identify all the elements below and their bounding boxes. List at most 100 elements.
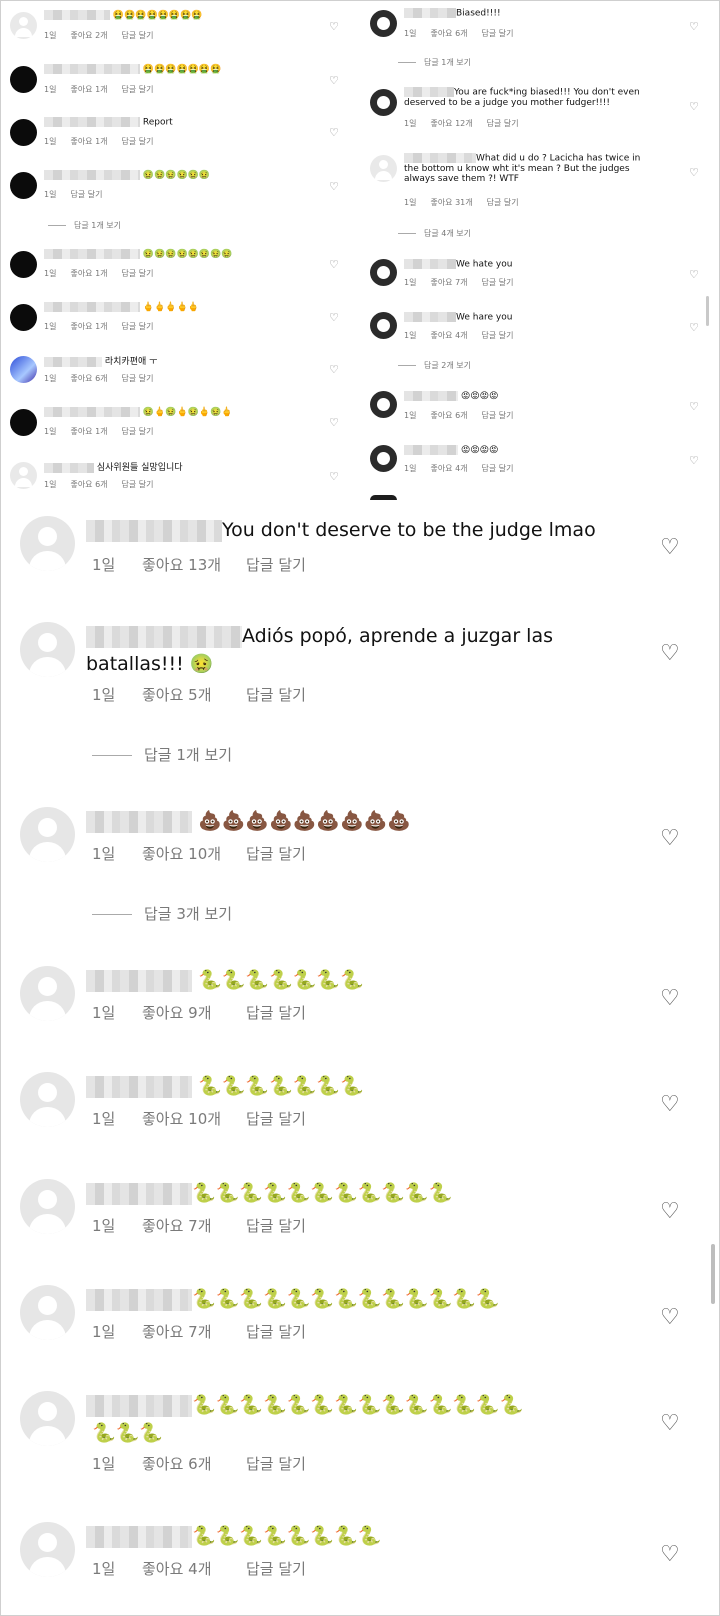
heart-icon[interactable]: ♡ — [660, 1092, 680, 1117]
comment-meta: 1일 좋아요 6개 답글 달기 — [404, 29, 514, 38]
default-avatar-icon[interactable] — [20, 1522, 75, 1577]
share-icon[interactable] — [370, 312, 397, 339]
reply-button[interactable]: 답글 달기 — [122, 85, 154, 94]
reply-button[interactable]: 답글 달기 — [246, 1560, 306, 1578]
share-icon[interactable] — [370, 10, 397, 37]
reply-button[interactable]: 답글 달기 — [122, 31, 154, 40]
reply-button[interactable]: 답글 달기 — [482, 411, 514, 420]
heart-icon[interactable]: ♡ — [689, 321, 699, 334]
blurred-username — [44, 249, 140, 259]
default-avatar-icon[interactable] — [20, 807, 75, 862]
avatar[interactable] — [10, 251, 37, 278]
reply-button[interactable]: 답글 달기 — [246, 845, 306, 863]
reply-button[interactable]: 답글 달기 — [246, 1455, 306, 1473]
reply-button[interactable]: 답글 달기 — [246, 686, 306, 704]
heart-icon[interactable]: ♡ — [689, 400, 699, 413]
heart-icon[interactable]: ♡ — [660, 1542, 680, 1567]
reply-button[interactable]: 답글 달기 — [122, 427, 154, 436]
heart-icon[interactable]: ♡ — [689, 20, 699, 33]
blurred-username — [44, 356, 102, 367]
heart-icon[interactable]: ♡ — [660, 826, 680, 851]
avatar[interactable] — [10, 304, 37, 331]
heart-icon[interactable]: ♡ — [329, 180, 339, 193]
heart-icon[interactable]: ♡ — [660, 1411, 680, 1436]
heart-icon[interactable]: ♡ — [329, 258, 339, 271]
heart-icon[interactable]: ♡ — [329, 470, 339, 483]
comment-item: 🐍🐍🐍🐍🐍🐍🐍🐍🐍🐍🐍🐍🐍🐍 🐍🐍🐍 1일 좋아요 6개 답글 달기 ♡ — [0, 1391, 720, 1501]
default-avatar-icon[interactable] — [10, 12, 37, 39]
comment-text: 🐍🐍🐍🐍🐍🐍🐍 — [86, 1072, 364, 1100]
share-icon[interactable] — [370, 89, 397, 116]
reply-button[interactable]: 답글 달기 — [246, 1217, 306, 1235]
scrollbar[interactable] — [706, 296, 709, 326]
reply-button[interactable]: 답글 달기 — [482, 464, 514, 473]
comment-text: 😡😡😡😡 — [404, 391, 498, 402]
heart-icon[interactable]: ♡ — [689, 268, 699, 281]
blurred-username — [404, 153, 476, 163]
heart-icon[interactable]: ♡ — [329, 74, 339, 87]
default-avatar-icon[interactable] — [20, 1179, 75, 1234]
view-replies-button[interactable]: 답글 4개 보기 — [398, 228, 471, 239]
heart-icon[interactable]: ♡ — [689, 454, 699, 467]
reply-button[interactable]: 답글 달기 — [246, 556, 306, 574]
share-icon[interactable] — [370, 391, 397, 418]
avatar[interactable] — [10, 172, 37, 199]
reply-button[interactable]: 답글 달기 — [482, 29, 514, 38]
heart-icon[interactable]: ♡ — [660, 986, 680, 1011]
comment-text: Adiós popó, aprende a juzgar las batallas… — [86, 625, 553, 675]
comment-meta: 1일 좋아요 7개 답글 달기 — [404, 278, 514, 287]
heart-icon[interactable]: ♡ — [689, 166, 699, 179]
heart-icon[interactable]: ♡ — [329, 416, 339, 429]
reply-button[interactable]: 답글 달기 — [487, 198, 519, 207]
heart-icon[interactable]: ♡ — [329, 311, 339, 324]
reply-button[interactable]: 답글 달기 — [122, 269, 154, 278]
heart-icon[interactable]: ♡ — [329, 126, 339, 139]
reply-button[interactable]: 답글 달기 — [122, 480, 154, 489]
avatar — [370, 495, 397, 500]
default-avatar-icon[interactable] — [10, 462, 37, 489]
avatar[interactable] — [10, 356, 37, 383]
default-avatar-icon[interactable] — [20, 622, 75, 677]
comment-meta: 1일 좋아요 4개 답글 달기 — [92, 1560, 306, 1578]
heart-icon[interactable]: ♡ — [329, 20, 339, 33]
heart-icon[interactable]: ♡ — [689, 100, 699, 113]
reply-button[interactable]: 답글 달기 — [482, 331, 514, 340]
reply-button[interactable]: 답글 달기 — [482, 278, 514, 287]
default-avatar-icon[interactable] — [20, 1285, 75, 1340]
view-replies-button[interactable]: 답글 1개 보기 — [398, 57, 471, 68]
default-avatar-icon[interactable] — [20, 1072, 75, 1127]
heart-icon[interactable]: ♡ — [660, 1199, 680, 1224]
view-replies-button[interactable]: 답글 1개 보기 — [48, 220, 121, 231]
heart-icon[interactable]: ♡ — [660, 641, 680, 666]
default-avatar-icon[interactable] — [20, 1391, 75, 1446]
heart-icon[interactable]: ♡ — [660, 1305, 680, 1330]
share-icon[interactable] — [370, 259, 397, 286]
heart-icon[interactable]: ♡ — [660, 535, 680, 560]
default-avatar-icon[interactable] — [20, 516, 75, 571]
reply-button[interactable]: 답글 달기 — [122, 322, 154, 331]
blurred-username — [86, 625, 242, 648]
comment-text: 심사위원들 실망입니다 — [44, 460, 183, 473]
blurred-username — [44, 10, 110, 20]
default-avatar-icon[interactable] — [370, 155, 397, 182]
default-avatar-icon[interactable] — [20, 966, 75, 1021]
reply-button[interactable]: 답글 달기 — [246, 1323, 306, 1341]
comment-meta: 1일 좋아요 10개 답글 달기 — [92, 1110, 306, 1128]
reply-button[interactable]: 답글 달기 — [70, 190, 102, 199]
view-replies-button[interactable]: 답글 1개 보기 — [92, 744, 232, 765]
comment-text: 💩💩💩💩💩💩💩💩💩 — [86, 807, 411, 835]
heart-icon[interactable]: ♡ — [329, 363, 339, 376]
reply-button[interactable]: 답글 달기 — [246, 1004, 306, 1022]
reply-button[interactable]: 답글 달기 — [487, 119, 519, 128]
view-replies-button[interactable]: 답글 2개 보기 — [398, 360, 471, 371]
scrollbar[interactable] — [711, 1244, 715, 1304]
view-replies-button[interactable]: 답글 3개 보기 — [92, 903, 232, 924]
reply-button[interactable]: 답글 달기 — [122, 137, 154, 146]
comment-meta: 1일 좋아요 31개 답글 달기 — [404, 198, 519, 207]
avatar[interactable] — [10, 119, 37, 146]
share-icon[interactable] — [370, 445, 397, 472]
reply-button[interactable]: 답글 달기 — [122, 374, 154, 383]
avatar[interactable] — [10, 66, 37, 93]
reply-button[interactable]: 답글 달기 — [246, 1110, 306, 1128]
avatar[interactable] — [10, 409, 37, 436]
